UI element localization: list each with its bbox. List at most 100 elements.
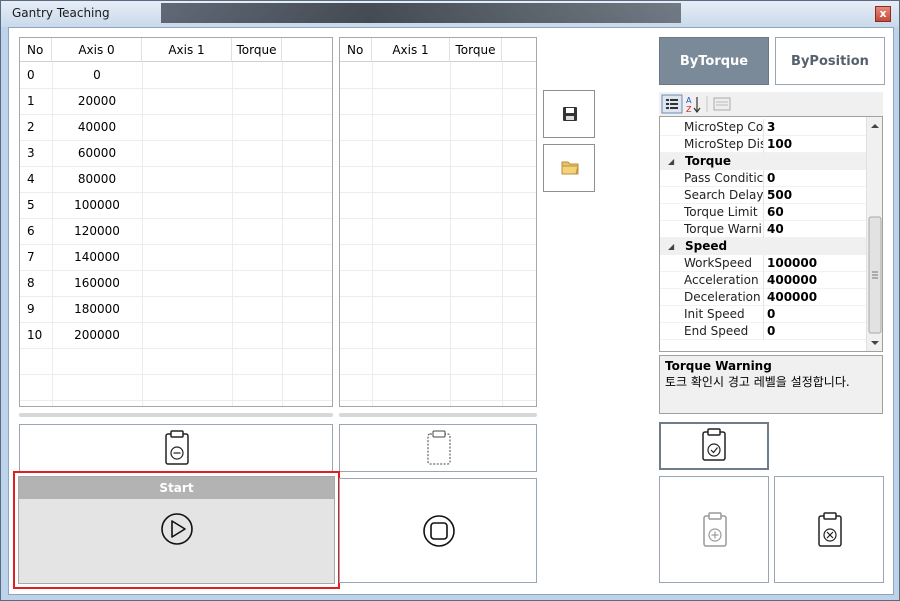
- property-row[interactable]: MicroStep Co 3: [660, 119, 866, 136]
- start-button[interactable]: Start: [18, 476, 335, 584]
- column-header-axis1[interactable]: Axis 1: [142, 38, 232, 62]
- scroll-up-icon: [871, 124, 879, 128]
- property-value[interactable]: 0: [767, 170, 775, 187]
- property-value[interactable]: 0: [767, 306, 775, 323]
- cell-axis0[interactable]: 140000: [52, 244, 142, 270]
- property-grid-scrollbar[interactable]: [866, 117, 882, 351]
- grid-row-line: [20, 348, 332, 349]
- tab-by-position[interactable]: ByPosition: [775, 37, 885, 85]
- cell-no[interactable]: 2: [27, 114, 35, 140]
- cell-no[interactable]: 8: [27, 270, 35, 296]
- add-point-button[interactable]: [659, 476, 769, 583]
- property-row[interactable]: Torque Limit 60: [660, 204, 866, 221]
- property-separator: [763, 187, 764, 204]
- property-row[interactable]: MicroStep Dis 100: [660, 136, 866, 153]
- property-value[interactable]: 3: [767, 119, 775, 136]
- grid-column-line: [142, 62, 143, 406]
- save-button[interactable]: [543, 90, 595, 138]
- svg-text:Z: Z: [686, 105, 692, 114]
- cell-axis0[interactable]: 60000: [52, 140, 142, 166]
- cell-axis0[interactable]: 40000: [52, 114, 142, 140]
- column-header-torque-right[interactable]: Torque: [450, 38, 502, 62]
- property-name: Search Delay: [684, 188, 763, 202]
- property-row[interactable]: WorkSpeed 100000: [660, 255, 866, 272]
- column-header-no[interactable]: No: [20, 38, 52, 62]
- property-value[interactable]: 400000: [767, 289, 817, 306]
- property-value[interactable]: 60: [767, 204, 784, 221]
- grid-row-line: [340, 192, 536, 193]
- column-header-torque[interactable]: Torque: [232, 38, 282, 62]
- property-value[interactable]: 40: [767, 221, 784, 238]
- column-header-axis0[interactable]: Axis 0: [52, 38, 142, 62]
- stop-button[interactable]: [339, 478, 537, 583]
- client-area: No Axis 0 Axis 1 Torque 0 0 1 20000 2 40000 3 6…: [8, 27, 894, 595]
- property-value[interactable]: 400000: [767, 272, 817, 289]
- property-separator: [763, 221, 764, 238]
- cell-no[interactable]: 10: [27, 322, 42, 348]
- grid-header-right: No Axis 1 Torque: [340, 38, 536, 62]
- property-row[interactable]: Torque Warnii 40: [660, 221, 866, 238]
- cell-no[interactable]: 0: [27, 62, 35, 88]
- cell-axis0[interactable]: 20000: [52, 88, 142, 114]
- property-separator: [763, 255, 764, 272]
- cell-axis0[interactable]: 200000: [52, 322, 142, 348]
- categorized-view-icon[interactable]: [661, 94, 683, 114]
- property-row[interactable]: Acceleration 400000: [660, 272, 866, 289]
- play-icon: [161, 513, 193, 545]
- start-button-label: Start: [19, 477, 334, 499]
- clipboard-icon: [427, 430, 451, 465]
- category-torque[interactable]: ◢ Torque: [660, 153, 866, 170]
- close-button[interactable]: x: [875, 6, 891, 22]
- grid-row-line: [340, 114, 536, 115]
- cell-no[interactable]: 3: [27, 140, 35, 166]
- horizontal-scrollbar-left[interactable]: [19, 413, 333, 417]
- property-value[interactable]: 500: [767, 187, 792, 204]
- cell-axis0[interactable]: 80000: [52, 166, 142, 192]
- property-value[interactable]: 100000: [767, 255, 817, 272]
- property-row[interactable]: End Speed 0: [660, 323, 866, 340]
- cell-no[interactable]: 5: [27, 192, 35, 218]
- property-row[interactable]: Init Speed 0: [660, 306, 866, 323]
- clipboard-check-icon: [702, 428, 726, 461]
- horizontal-scrollbar-right[interactable]: [339, 413, 537, 417]
- remove-point-button[interactable]: [19, 424, 333, 472]
- cell-no[interactable]: 4: [27, 166, 35, 192]
- property-grid[interactable]: MicroStep Co 3 MicroStep Dis 100 ◢ Torque Pass…: [659, 116, 883, 352]
- cell-axis0[interactable]: 120000: [52, 218, 142, 244]
- property-description-pane: Torque Warning 토크 확인시 경고 레벨을 설정합니다.: [659, 355, 883, 414]
- apply-button[interactable]: [659, 422, 769, 470]
- clipboard-button[interactable]: [339, 424, 537, 472]
- cell-axis0[interactable]: 180000: [52, 296, 142, 322]
- alphabetical-sort-icon[interactable]: A Z: [686, 96, 701, 114]
- property-row[interactable]: Deceleration 400000: [660, 289, 866, 306]
- scroll-down-icon: [871, 341, 879, 345]
- cell-no[interactable]: 7: [27, 244, 35, 270]
- property-row[interactable]: Pass Conditic 0: [660, 170, 866, 187]
- category-speed[interactable]: ◢ Speed: [660, 238, 866, 255]
- cell-axis0[interactable]: 160000: [52, 270, 142, 296]
- collapse-icon[interactable]: ◢: [668, 238, 674, 255]
- open-button[interactable]: [543, 144, 595, 192]
- property-name: MicroStep Co: [684, 120, 763, 134]
- property-separator: [763, 289, 764, 306]
- cell-axis0[interactable]: 100000: [52, 192, 142, 218]
- grid-row-line: [340, 348, 536, 349]
- property-value[interactable]: 100: [767, 136, 792, 153]
- column-header-axis1-right[interactable]: Axis 1: [372, 38, 450, 62]
- property-value[interactable]: 0: [767, 323, 775, 340]
- teaching-grid-axis1[interactable]: No Axis 1 Torque: [339, 37, 537, 407]
- save-icon: [563, 107, 577, 121]
- property-pages-icon[interactable]: [713, 97, 731, 111]
- cell-no[interactable]: 9: [27, 296, 35, 322]
- teaching-grid-axis0[interactable]: No Axis 0 Axis 1 Torque 0 0 1 20000 2 40000 3 6…: [19, 37, 333, 407]
- cell-no[interactable]: 1: [27, 88, 35, 114]
- delete-point-button[interactable]: [774, 476, 884, 583]
- tab-by-torque[interactable]: ByTorque: [659, 37, 769, 85]
- collapse-icon[interactable]: ◢: [668, 153, 674, 170]
- cell-axis0[interactable]: 0: [52, 62, 142, 88]
- column-header-no-right[interactable]: No: [340, 38, 372, 62]
- cell-no[interactable]: 6: [27, 218, 35, 244]
- stop-icon: [423, 515, 455, 547]
- grid-column-line: [372, 62, 373, 406]
- property-row[interactable]: Search Delay 500: [660, 187, 866, 204]
